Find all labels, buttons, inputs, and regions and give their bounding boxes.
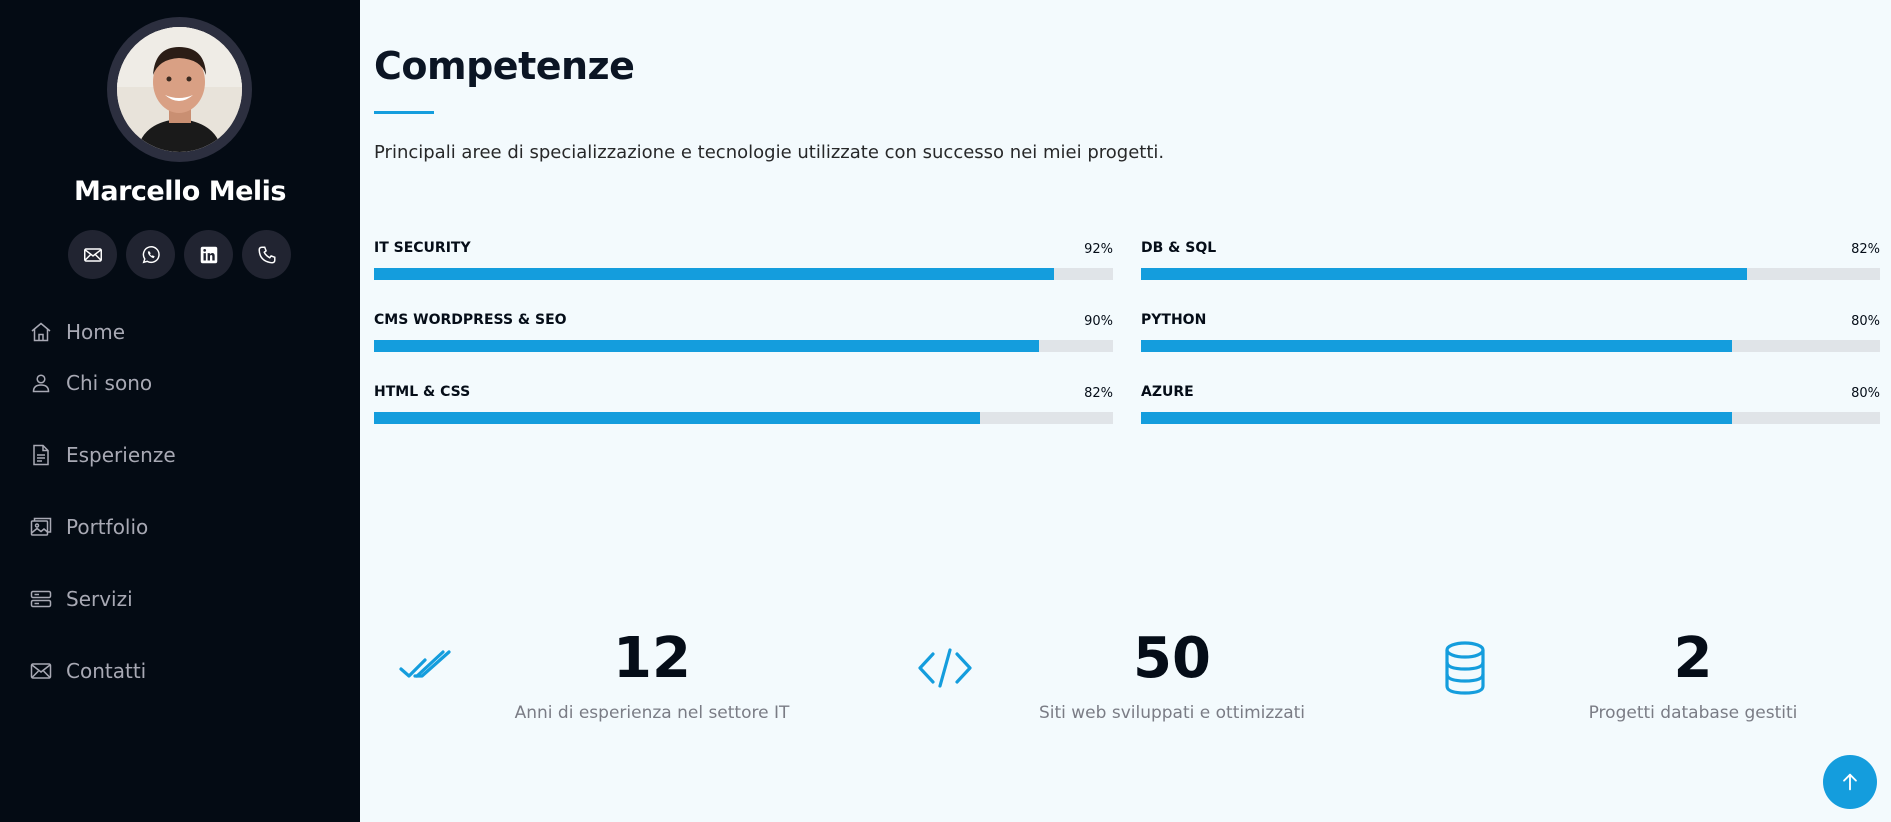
skill-name: CMS WORDPRESS & SEO: [374, 312, 567, 328]
facts-row: 12 Anni di esperienza nel settore IT 50 …: [360, 620, 1891, 740]
social-links: [68, 230, 291, 279]
skill-progress-fill: [374, 412, 980, 424]
skill-name: DB & SQL: [1141, 240, 1217, 256]
whatsapp-link[interactable]: [126, 230, 175, 279]
skill-progress-fill: [1141, 268, 1747, 280]
person-icon: [28, 370, 54, 396]
nav-label-esperienze: Esperienze: [66, 443, 176, 467]
fact-item: 50 Siti web sviluppati e ottimizzati: [915, 620, 1435, 730]
fact-number: 12: [613, 626, 691, 691]
fact-item: 2 Progetti database gestiti: [1435, 620, 1891, 730]
envelope-icon: [28, 658, 54, 684]
phone-link[interactable]: [242, 230, 291, 279]
skill-value: 80%: [1851, 386, 1880, 401]
skill-name: IT SECURITY: [374, 240, 471, 256]
section-description: Principali aree di specializzazione e te…: [374, 142, 1165, 163]
skill-progress-fill: [1141, 412, 1733, 424]
fact-number: 2: [1673, 626, 1713, 691]
sidebar: Marcello Melis Home Chi sono Esperienze …: [0, 0, 360, 822]
skills-grid: IT SECURITY 92% DB & SQL 82% CMS WORDPRE…: [374, 240, 1880, 456]
arrow-up-icon: [1843, 773, 1857, 791]
skills-section: Competenze Principali aree di specializz…: [360, 0, 1891, 822]
code-icon: [915, 638, 975, 698]
skill-item: CMS WORDPRESS & SEO 90%: [374, 312, 1113, 384]
fact-item: 12 Anni di esperienza nel settore IT: [395, 620, 915, 730]
skill-value: 82%: [1084, 386, 1113, 401]
skill-item: DB & SQL 82%: [1141, 240, 1880, 312]
skill-progress-bar: [374, 340, 1113, 352]
fact-number: 50: [1133, 626, 1211, 691]
fact-label: Siti web sviluppati e ottimizzati: [1038, 703, 1306, 723]
skill-item: IT SECURITY 92%: [374, 240, 1113, 312]
skill-value: 92%: [1084, 242, 1113, 257]
skill-progress-bar: [374, 268, 1113, 280]
fact-label: Anni di esperienza nel settore IT: [514, 703, 790, 723]
nav-label-contatti: Contatti: [66, 659, 147, 683]
nav-item-portfolio[interactable]: Portfolio: [28, 491, 176, 563]
skill-progress-bar: [374, 412, 1113, 424]
skill-name: HTML & CSS: [374, 384, 471, 400]
nav-item-chi-sono[interactable]: Chi sono: [28, 347, 176, 419]
images-icon: [28, 514, 54, 540]
nav-label-chi-sono: Chi sono: [66, 371, 153, 395]
main-nav: Home Chi sono Esperienze Portfolio Servi…: [28, 317, 176, 707]
nav-item-home[interactable]: Home: [28, 317, 176, 347]
skill-value: 80%: [1851, 314, 1880, 329]
server-icon: [28, 586, 54, 612]
section-title: Competenze: [374, 44, 635, 88]
mail-icon: [83, 247, 102, 262]
skill-item: PYTHON 80%: [1141, 312, 1880, 384]
document-icon: [28, 442, 54, 468]
skill-progress-fill: [1141, 340, 1733, 352]
title-underline: [374, 111, 434, 114]
skill-progress-bar: [1141, 340, 1880, 352]
nav-label-home: Home: [66, 320, 126, 344]
avatar-frame: [107, 17, 252, 162]
skill-progress-bar: [1141, 412, 1880, 424]
skill-value: 90%: [1084, 314, 1113, 329]
fact-label: Progetti database gestiti: [1588, 703, 1798, 723]
nav-item-contatti[interactable]: Contatti: [28, 635, 176, 707]
whatsapp-icon: [142, 245, 160, 263]
skill-item: AZURE 80%: [1141, 384, 1880, 456]
nav-label-servizi: Servizi: [66, 587, 133, 611]
skill-progress-bar: [1141, 268, 1880, 280]
home-icon: [28, 319, 54, 345]
linkedin-link[interactable]: [184, 230, 233, 279]
nav-label-portfolio: Portfolio: [66, 515, 149, 539]
profile-name: Marcello Melis: [74, 176, 286, 207]
nav-item-servizi[interactable]: Servizi: [28, 563, 176, 635]
phone-icon: [257, 245, 276, 264]
database-icon: [1435, 638, 1495, 698]
avatar: [117, 27, 242, 152]
linkedin-icon: [200, 246, 217, 263]
skill-name: PYTHON: [1141, 312, 1207, 328]
skill-progress-fill: [374, 340, 1040, 352]
skill-item: HTML & CSS 82%: [374, 384, 1113, 456]
skill-name: AZURE: [1141, 384, 1194, 400]
check-all-icon: [395, 638, 455, 698]
nav-item-esperienze[interactable]: Esperienze: [28, 419, 176, 491]
skill-value: 82%: [1851, 242, 1880, 257]
back-to-top-button[interactable]: [1823, 755, 1877, 809]
mail-link[interactable]: [68, 230, 117, 279]
skill-progress-fill: [374, 268, 1054, 280]
